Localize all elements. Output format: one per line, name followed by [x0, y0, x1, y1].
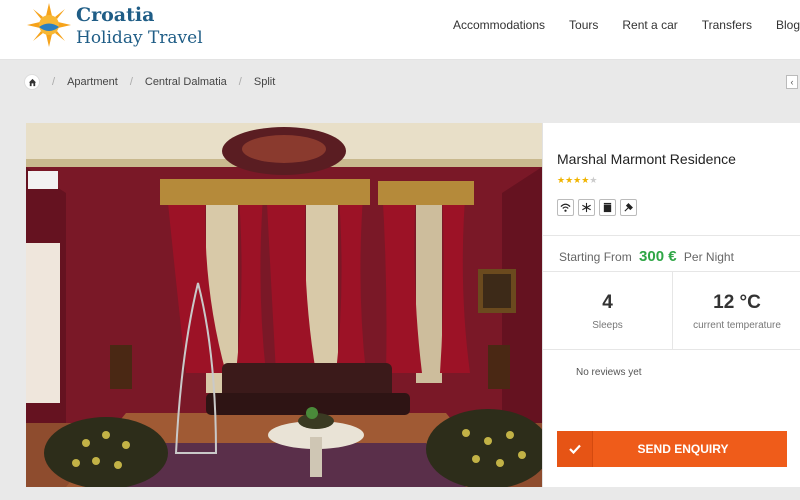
- main-nav: Accommodations Tours Rent a car Transfer…: [453, 18, 800, 32]
- breadcrumb-separator: /: [238, 76, 242, 88]
- star-rating: ★★★★★: [557, 175, 597, 186]
- site-header: Croatia Holiday Travel Accommodations To…: [0, 0, 800, 60]
- nav-transfers[interactable]: Transfers: [702, 18, 752, 32]
- sleeps-value: 4: [602, 292, 613, 313]
- property-photo[interactable]: [26, 123, 542, 487]
- nav-rent-a-car[interactable]: Rent a car: [622, 18, 677, 32]
- nav-tours[interactable]: Tours: [569, 18, 598, 32]
- nav-blog[interactable]: Blog: [776, 18, 800, 32]
- nav-accommodations[interactable]: Accommodations: [453, 18, 545, 32]
- property-title: Marshal Marmont Residence: [557, 151, 736, 167]
- price-amount: 300 €: [639, 248, 677, 265]
- brand-name: Croatia: [76, 4, 155, 26]
- checkmark-icon: [557, 431, 593, 467]
- temperature-value: 12 °C: [713, 292, 761, 313]
- brand-tagline: Holiday Travel: [76, 28, 203, 48]
- breadcrumb-separator: /: [129, 76, 133, 88]
- sun-logo-icon: [27, 3, 71, 47]
- breadcrumb-apartment[interactable]: Apartment: [67, 76, 118, 88]
- price-row: Starting From 300 € Per Night: [543, 235, 800, 272]
- star-icon: ★: [565, 175, 574, 185]
- temperature-stat: 12 °C current temperature: [672, 272, 800, 349]
- room-illustration: [26, 123, 542, 487]
- breadcrumb-central-dalmatia[interactable]: Central Dalmatia: [145, 76, 227, 88]
- wifi-icon: [557, 199, 574, 216]
- reviews-text: No reviews yet: [576, 367, 642, 378]
- send-enquiry-button[interactable]: SEND ENQUIRY: [557, 431, 787, 467]
- breadcrumb-split[interactable]: Split: [254, 76, 275, 88]
- air-conditioning-icon: [578, 199, 595, 216]
- property-stats: 4 Sleeps 12 °C current temperature: [543, 272, 800, 350]
- tv-icon: [599, 199, 616, 216]
- property-info-panel: Marshal Marmont Residence ★★★★★ Starting…: [542, 123, 800, 487]
- home-icon[interactable]: [24, 74, 40, 90]
- price-suffix: Per Night: [683, 250, 734, 264]
- site-logo[interactable]: Croatia Holiday Travel: [26, 2, 216, 58]
- amenity-list: [557, 199, 641, 216]
- sleeps-stat: 4 Sleeps: [543, 272, 672, 349]
- price-prefix: Starting From: [559, 250, 632, 264]
- temperature-label: current temperature: [693, 320, 781, 331]
- scroll-arrow-icon[interactable]: ‹: [786, 75, 798, 89]
- sleeps-label: Sleeps: [592, 320, 623, 331]
- breadcrumb: / Apartment / Central Dalmatia / Split: [24, 73, 275, 91]
- send-enquiry-label: SEND ENQUIRY: [637, 442, 729, 456]
- breadcrumb-separator: /: [52, 76, 56, 88]
- star-icon: ★: [557, 175, 566, 185]
- kitchen-icon: [620, 199, 637, 216]
- star-empty-icon: ★: [589, 175, 598, 185]
